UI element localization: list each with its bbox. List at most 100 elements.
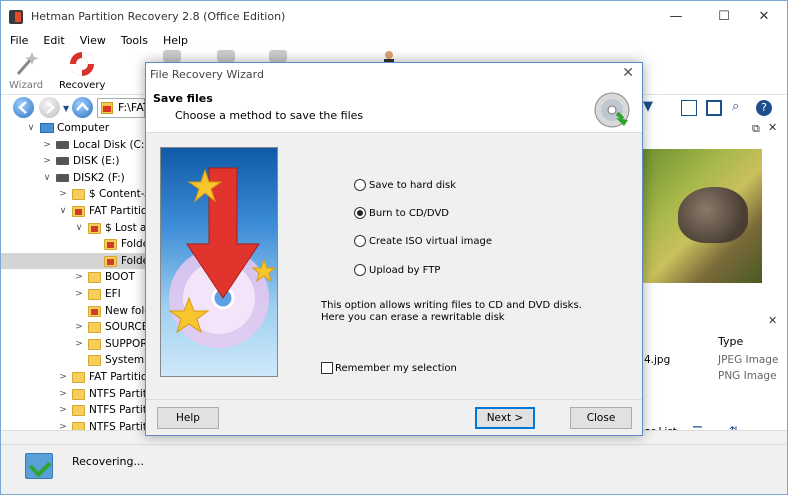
chevron-right-icon[interactable]: > <box>74 286 84 303</box>
filter-icon[interactable]: ▼ <box>643 99 653 114</box>
chevron-right-icon[interactable]: > <box>58 419 68 430</box>
tree-item[interactable]: ∨ Computer <box>1 120 146 137</box>
dialog-subheading: Choose a method to save the files <box>175 109 364 122</box>
tree-item[interactable]: ∨ $ Lost and Fo <box>1 220 146 237</box>
menu-view[interactable]: View <box>71 32 112 50</box>
tree-item[interactable]: > NTFS Partition 0 <box>1 386 146 403</box>
option-save-to-hard-disk[interactable]: Save to hard disk <box>354 179 456 191</box>
folder-tree: ∨ Computer > Local Disk (C:) > DISK (E:) ∨ DISK… <box>1 120 147 430</box>
chevron-right-icon[interactable]: > <box>58 369 68 386</box>
search-icon[interactable]: ⌕ <box>732 99 739 114</box>
tree-item-label: NTFS Partition 1 <box>89 404 147 417</box>
folder-icon <box>72 388 85 400</box>
wizard-label: Wizard <box>9 80 44 91</box>
close-dialog-button[interactable]: Close <box>570 407 632 429</box>
recovered-folder-icon <box>72 205 85 217</box>
chevron-down-icon[interactable]: ∨ <box>26 120 36 137</box>
chevron-right-icon[interactable]: > <box>58 186 68 203</box>
minimize-button[interactable]: — <box>653 1 699 32</box>
tree-item[interactable]: > $ Content-Aware <box>1 186 146 203</box>
tree-item[interactable]: > Local Disk (C:) <box>1 137 146 154</box>
tree-item[interactable]: ∨ DISK2 (F:) <box>1 170 146 187</box>
chevron-down-icon[interactable]: ∨ <box>58 203 68 220</box>
tree-item[interactable]: > SUPPORT <box>1 336 146 353</box>
view-pane-icon[interactable] <box>681 100 697 116</box>
option-label: Save to hard disk <box>369 179 456 191</box>
chevron-down-icon[interactable]: ∨ <box>42 170 52 187</box>
dialog-footer-divider <box>146 399 642 400</box>
history-dropdown-icon[interactable]: ▼ <box>63 104 69 113</box>
remember-selection-checkbox[interactable]: Remember my selection <box>321 362 457 374</box>
chevron-right-icon[interactable]: > <box>74 269 84 286</box>
tree-item[interactable]: > NTFS Partition 2 <box>1 419 146 430</box>
dialog-close-icon[interactable]: ✕ <box>622 65 634 81</box>
tree-item[interactable]: > NTFS Partition 1 <box>1 402 146 419</box>
recovery-button[interactable]: Recovery <box>59 50 105 91</box>
file-type-png: PNG Image <box>718 370 777 382</box>
forward-button[interactable] <box>39 97 60 118</box>
tree-item[interactable]: System Volum <box>1 352 146 369</box>
status-text: Recovering... <box>72 455 144 468</box>
folder-icon <box>88 355 101 367</box>
folder-icon <box>88 272 101 284</box>
list-pane-close-icon[interactable]: ✕ <box>768 314 777 327</box>
option-burn-to-cd-dvd[interactable]: Burn to CD/DVD <box>354 207 449 219</box>
tree-item[interactable]: > SOURCES <box>1 319 146 336</box>
tree-item-label: FAT Partition 1 <box>89 370 147 383</box>
pane-close-icon[interactable]: ✕ <box>768 121 777 134</box>
arrow-right-icon <box>46 101 55 114</box>
pane-restore-icon[interactable]: ⧉ <box>752 122 760 136</box>
checkbox-box[interactable] <box>321 362 333 374</box>
help-icon[interactable]: ? <box>756 100 772 116</box>
menu-bar: File Edit View Tools Help <box>1 32 787 50</box>
tree-item[interactable]: > FAT Partition 1 <box>1 369 146 386</box>
option-label: Burn to CD/DVD <box>369 207 449 219</box>
radio-create-iso[interactable] <box>354 235 366 247</box>
option-upload-ftp[interactable]: Upload by FTP <box>354 264 440 276</box>
tree-item-label: System Volum <box>105 354 146 367</box>
wizard-button[interactable]: Wizard <box>9 50 43 91</box>
tree-item[interactable]: Folder 190 <box>1 252 146 270</box>
tree-item-label: $ Content-Aware <box>89 188 146 201</box>
menu-edit[interactable]: Edit <box>34 32 70 50</box>
title-bar: Hetman Partition Recovery 2.8 (Office Ed… <box>1 1 787 32</box>
chevron-right-icon[interactable]: > <box>42 153 52 170</box>
file-name-fragment[interactable]: 4.jpg <box>644 354 670 366</box>
save-icon[interactable] <box>706 100 722 116</box>
next-button[interactable]: Next > <box>475 407 535 429</box>
close-button[interactable]: ✕ <box>741 1 787 32</box>
menu-file[interactable]: File <box>1 32 34 50</box>
recovered-folder-icon <box>104 239 117 251</box>
tree-item[interactable]: New folder <box>1 303 146 320</box>
tree-item-label: BOOT <box>105 271 135 284</box>
chevron-down-icon[interactable]: ∨ <box>74 220 84 237</box>
chevron-right-icon[interactable]: > <box>74 319 84 336</box>
option-create-iso[interactable]: Create ISO virtual image <box>354 235 492 247</box>
help-button[interactable]: Help <box>157 407 219 429</box>
up-button[interactable] <box>72 97 93 118</box>
arrow-up-icon <box>76 102 89 111</box>
tree-item[interactable]: > BOOT <box>1 269 146 286</box>
tree-item[interactable]: > DISK (E:) <box>1 153 146 170</box>
chevron-right-icon[interactable]: > <box>42 137 52 154</box>
address-field[interactable]: F:\FAT <box>97 98 150 118</box>
hedgehog-image <box>678 187 748 243</box>
type-column-header[interactable]: Type <box>718 335 743 348</box>
disc-burn-illustration-icon <box>168 167 277 348</box>
tree-item[interactable]: ∨ FAT Partition 0 <box>1 203 146 220</box>
chevron-right-icon[interactable]: > <box>74 336 84 353</box>
back-button[interactable] <box>13 97 34 118</box>
menu-tools[interactable]: Tools <box>112 32 154 50</box>
chevron-right-icon[interactable]: > <box>58 402 68 419</box>
tree-item-label: Folder 190 <box>121 238 146 251</box>
chevron-right-icon[interactable]: > <box>58 386 68 403</box>
menu-help[interactable]: Help <box>154 32 194 50</box>
radio-burn-to-cd-dvd[interactable] <box>354 207 366 219</box>
radio-save-to-hard-disk[interactable] <box>354 179 366 191</box>
preview-image <box>638 149 762 283</box>
recovering-icon <box>25 453 53 479</box>
tree-item[interactable]: Folder 190 <box>1 236 146 253</box>
radio-upload-ftp[interactable] <box>354 264 366 276</box>
tree-item[interactable]: > EFI <box>1 286 146 303</box>
tree-item-label: SUPPORT <box>105 337 147 350</box>
